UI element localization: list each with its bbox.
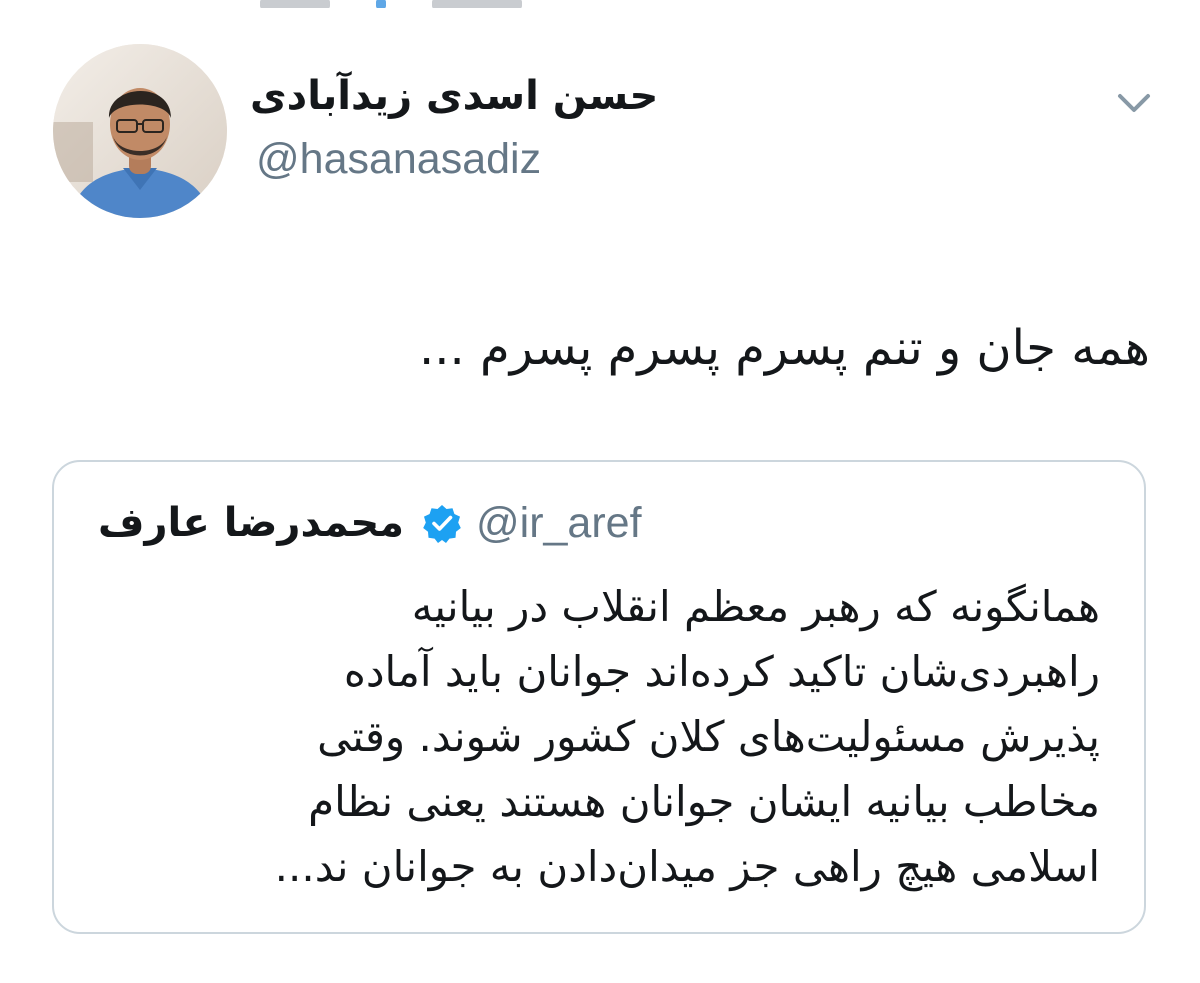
quoted-author-display-name: محمدرضا عارف (98, 500, 404, 546)
quoted-tweet-text: همانگونه که رهبر معظم انقلاب در بیانیه ر… (90, 574, 1100, 899)
quoted-tweet-line: مخاطب بیانیه ایشان جوانان هستند یعنی نظا… (308, 777, 1100, 826)
tweet-text: همه جان و تنم پسرم پسرم پسرم ... (418, 320, 1150, 376)
author-display-name[interactable]: حسن اسدی زیدآبادی (250, 66, 730, 126)
author-handle[interactable]: @hasanasadiz (256, 133, 541, 185)
chevron-down-icon[interactable] (1108, 82, 1160, 126)
quoted-author-handle: @ir_aref (475, 499, 642, 547)
previous-content-cutoff (260, 0, 620, 8)
quoted-tweet-line: اسلامی هیچ راهی جز میدان‌دادن به جوانان … (274, 842, 1100, 891)
verified-badge-icon (422, 503, 462, 543)
quoted-tweet-line: همانگونه که رهبر معظم انقلاب در بیانیه (411, 582, 1100, 631)
quoted-tweet-card[interactable]: محمدرضا عارف @ir_aref همانگونه که رهبر م… (52, 460, 1146, 934)
quoted-tweet-line: راهبردی‌شان تاکید کرده‌اند جوانان باید آ… (343, 647, 1100, 696)
quoted-tweet-header: محمدرضا عارف @ir_aref (98, 488, 1108, 558)
author-avatar[interactable] (53, 44, 227, 218)
quoted-tweet-line: پذیرش مسئولیت‌های کلان کشور شوند. وقتی (317, 712, 1100, 761)
